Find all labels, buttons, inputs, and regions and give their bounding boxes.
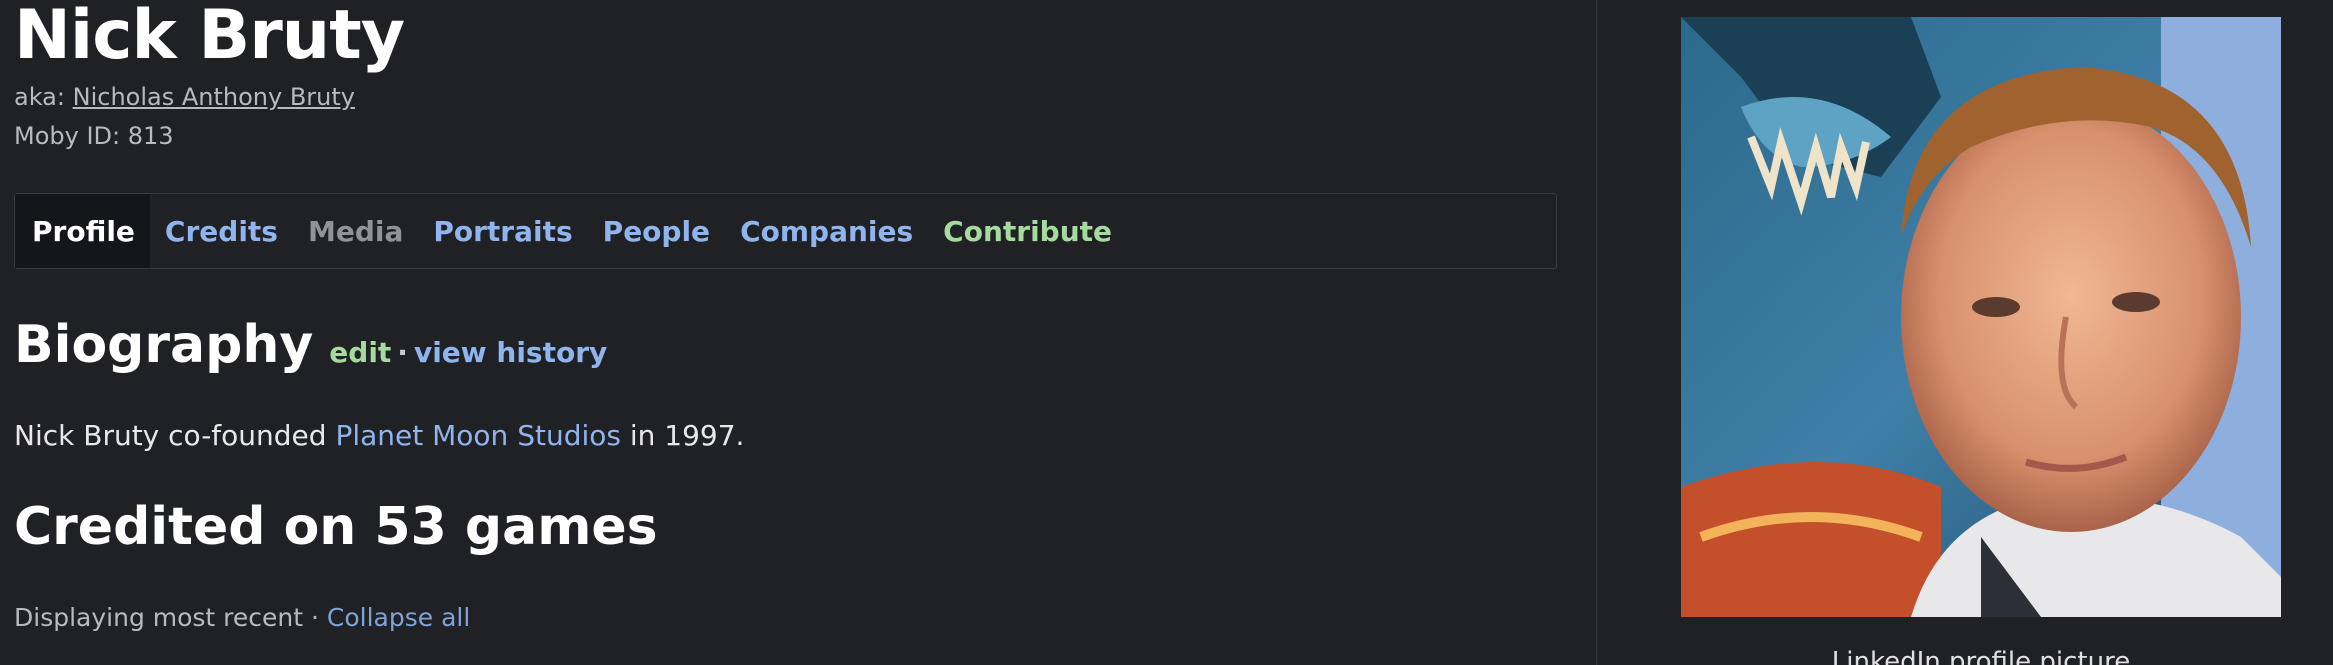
tab-portraits[interactable]: Portraits: [418, 194, 587, 268]
tab-contribute[interactable]: Contribute: [928, 194, 1127, 268]
aka-label: aka:: [14, 83, 65, 111]
portrait-caption: LinkedIn profile picture: [1831, 647, 2131, 665]
page: Nick Bruty aka: Nicholas Anthony Bruty M…: [0, 0, 2333, 665]
biography-text: Nick Bruty co-founded Planet Moon Studio…: [14, 416, 744, 456]
biography-heading: Biography: [14, 315, 314, 375]
collapse-all-link[interactable]: Collapse all: [327, 603, 470, 632]
aka-line: aka: Nicholas Anthony Bruty: [14, 80, 355, 114]
biography-actions: edit · view history: [329, 336, 607, 369]
profile-tabs: Profile Credits Media Portraits People C…: [14, 193, 1557, 269]
tab-profile[interactable]: Profile: [15, 194, 150, 268]
credits-display-options: Displaying most recent · Collapse all: [14, 600, 470, 636]
moby-id: Moby ID: 813: [14, 122, 174, 150]
portrait-illustration: [1681, 17, 2281, 617]
credits-heading: Credited on 53 games: [14, 497, 658, 557]
action-separator: ·: [397, 336, 408, 369]
tab-companies[interactable]: Companies: [725, 194, 928, 268]
aka-name-link[interactable]: Nicholas Anthony Bruty: [73, 83, 355, 111]
view-history-link[interactable]: view history: [414, 336, 607, 369]
biography-text-after: in 1997.: [620, 419, 745, 452]
display-text: Displaying most recent ·: [14, 603, 327, 632]
tab-people[interactable]: People: [588, 194, 725, 268]
biography-header: Biography edit · view history: [14, 310, 607, 380]
tab-media[interactable]: Media: [293, 194, 418, 268]
page-title: Nick Bruty: [14, 0, 405, 75]
planet-moon-studios-link[interactable]: Planet Moon Studios: [335, 419, 621, 452]
biography-text-before: Nick Bruty co-founded: [14, 419, 336, 452]
sidebar: LinkedIn profile picture: [1597, 0, 2333, 665]
edit-biography-link[interactable]: edit: [329, 336, 391, 369]
tab-credits[interactable]: Credits: [150, 194, 293, 268]
portrait-image[interactable]: [1681, 17, 2281, 617]
